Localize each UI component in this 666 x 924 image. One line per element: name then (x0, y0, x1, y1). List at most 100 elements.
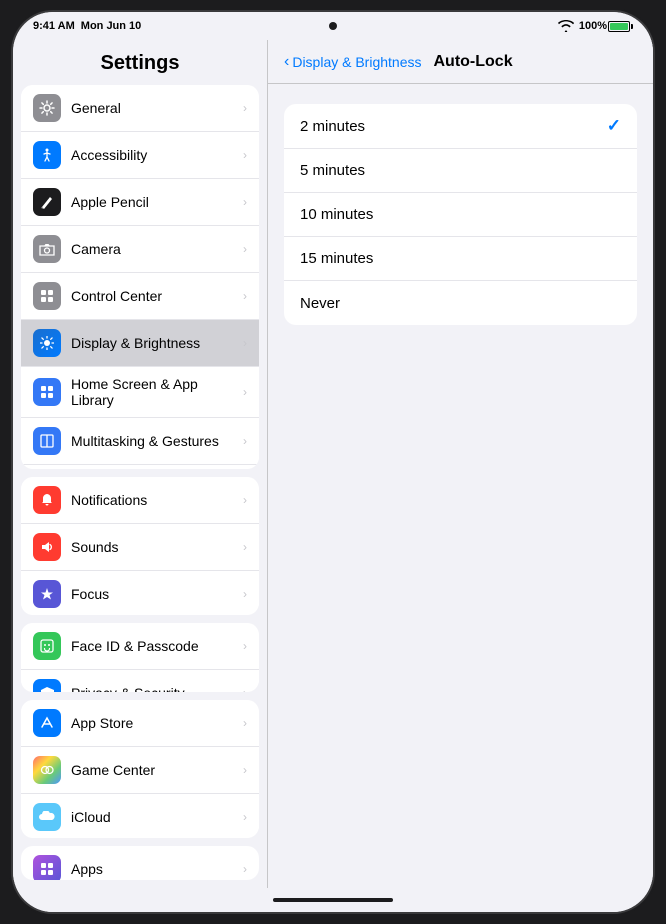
apps-icon (33, 855, 61, 880)
home-indicator (13, 888, 653, 912)
sidebar-item-notifications-label: Notifications (71, 492, 147, 508)
sidebar-item-multitasking-label: Multitasking & Gestures (71, 433, 219, 449)
option-5min[interactable]: 5 minutes (284, 149, 637, 193)
sidebar-item-icloud[interactable]: iCloud › (21, 794, 259, 838)
settings-group-1: General › Accessibility › Apple Pencil › (21, 85, 259, 469)
sidebar-item-focus[interactable]: Focus › (21, 571, 259, 615)
settings-group-2: Notifications › Sounds › Focus › (21, 477, 259, 615)
sidebar-item-privacy[interactable]: Privacy & Security › (21, 670, 259, 692)
sidebar-item-camera[interactable]: Camera › (21, 226, 259, 273)
sidebar-item-general-label: General (71, 100, 121, 116)
chevron-icon: › (243, 385, 247, 399)
sidebar-item-apps-label: Apps (71, 861, 103, 877)
sidebar-item-apps[interactable]: Apps › (21, 846, 259, 880)
settings-group-4: App Store › Game Center › iCloud › (21, 700, 259, 838)
sidebar-item-game-center[interactable]: Game Center › (21, 747, 259, 794)
settings-group-3: Face ID & Passcode › Privacy & Security … (21, 623, 259, 692)
sidebar-item-notifications[interactable]: Notifications › (21, 477, 259, 524)
status-bar: 9:41 AM Mon Jun 10 100% (13, 12, 653, 40)
chevron-icon: › (243, 639, 247, 653)
sidebar-item-search[interactable]: Search › (21, 465, 259, 469)
control-center-icon (33, 282, 61, 310)
general-icon (33, 94, 61, 122)
focus-icon (33, 580, 61, 608)
battery-percentage: 100% (579, 20, 607, 32)
sidebar: Settings General › Accessibility › (13, 40, 268, 888)
battery-tip (631, 24, 633, 29)
main-content: Settings General › Accessibility › (13, 40, 653, 888)
chevron-icon: › (243, 148, 247, 162)
checkmark-2min: ✓ (607, 116, 621, 136)
accessibility-icon (33, 141, 61, 169)
sidebar-item-app-store[interactable]: App Store › (21, 700, 259, 747)
settings-group-5: Apps › (21, 846, 259, 880)
wifi-icon (558, 20, 574, 32)
icloud-icon (33, 803, 61, 831)
sidebar-item-control-center[interactable]: Control Center › (21, 273, 259, 320)
app-store-icon (33, 709, 61, 737)
sounds-icon (33, 533, 61, 561)
chevron-icon: › (243, 195, 247, 209)
back-button-label: Display & Brightness (292, 54, 421, 70)
detail-page-title: Auto-Lock (434, 53, 513, 71)
notifications-icon (33, 486, 61, 514)
sidebar-item-home-screen[interactable]: Home Screen & App Library › (21, 367, 259, 418)
sidebar-item-display-brightness[interactable]: Display & Brightness › (21, 320, 259, 367)
detail-content: 2 minutes ✓ 5 minutes 10 minutes 15 minu… (268, 84, 653, 888)
status-indicators: 100% (558, 20, 633, 32)
camera-icon (33, 235, 61, 263)
detail-pane: ‹ Display & Brightness Auto-Lock 2 minut… (268, 40, 653, 888)
option-2min[interactable]: 2 minutes ✓ (284, 104, 637, 149)
chevron-icon: › (243, 101, 247, 115)
option-never-label: Never (300, 295, 340, 312)
option-15min[interactable]: 15 minutes (284, 237, 637, 281)
chevron-icon: › (243, 587, 247, 601)
sidebar-item-general[interactable]: General › (21, 85, 259, 132)
sidebar-item-apple-pencil-label: Apple Pencil (71, 194, 149, 210)
sidebar-item-app-store-label: App Store (71, 715, 133, 731)
sidebar-item-face-id[interactable]: Face ID & Passcode › (21, 623, 259, 670)
chevron-icon: › (243, 810, 247, 824)
display-brightness-icon (33, 329, 61, 357)
sidebar-item-camera-label: Camera (71, 241, 121, 257)
sidebar-item-multitasking[interactable]: Multitasking & Gestures › (21, 418, 259, 465)
sidebar-item-focus-label: Focus (71, 586, 109, 602)
multitasking-icon (33, 427, 61, 455)
sidebar-item-sounds-label: Sounds (71, 539, 118, 555)
sidebar-item-sounds[interactable]: Sounds › (21, 524, 259, 571)
chevron-icon: › (243, 763, 247, 777)
detail-header: ‹ Display & Brightness Auto-Lock (268, 40, 653, 84)
face-id-icon (33, 632, 61, 660)
battery-body (608, 21, 630, 32)
back-button[interactable]: ‹ Display & Brightness (284, 53, 422, 71)
chevron-icon: › (243, 434, 247, 448)
chevron-icon: › (243, 289, 247, 303)
date-display: Mon Jun 10 (81, 20, 142, 32)
chevron-icon: › (243, 862, 247, 876)
home-bar (273, 898, 393, 902)
chevron-icon: › (243, 336, 247, 350)
option-10min-label: 10 minutes (300, 206, 373, 223)
battery-fill (610, 23, 628, 30)
option-never[interactable]: Never (284, 281, 637, 325)
sidebar-title: Settings (13, 40, 267, 85)
option-10min[interactable]: 10 minutes (284, 193, 637, 237)
sidebar-item-accessibility-label: Accessibility (71, 147, 147, 163)
sidebar-item-apple-pencil[interactable]: Apple Pencil › (21, 179, 259, 226)
sidebar-item-display-brightness-label: Display & Brightness (71, 335, 200, 351)
auto-lock-options: 2 minutes ✓ 5 minutes 10 minutes 15 minu… (284, 104, 637, 325)
option-2min-label: 2 minutes (300, 118, 365, 135)
sidebar-item-privacy-label: Privacy & Security (71, 685, 185, 692)
front-camera-dot (329, 22, 337, 30)
back-chevron-icon: ‹ (284, 53, 289, 71)
sidebar-item-home-screen-label: Home Screen & App Library (71, 376, 243, 408)
apple-pencil-icon (33, 188, 61, 216)
sidebar-item-control-center-label: Control Center (71, 288, 162, 304)
game-center-icon (33, 756, 61, 784)
time-display: 9:41 AM (33, 20, 75, 32)
chevron-icon: › (243, 716, 247, 730)
privacy-icon (33, 679, 61, 692)
sidebar-item-accessibility[interactable]: Accessibility › (21, 132, 259, 179)
sidebar-item-face-id-label: Face ID & Passcode (71, 638, 199, 654)
battery-indicator: 100% (579, 20, 633, 32)
